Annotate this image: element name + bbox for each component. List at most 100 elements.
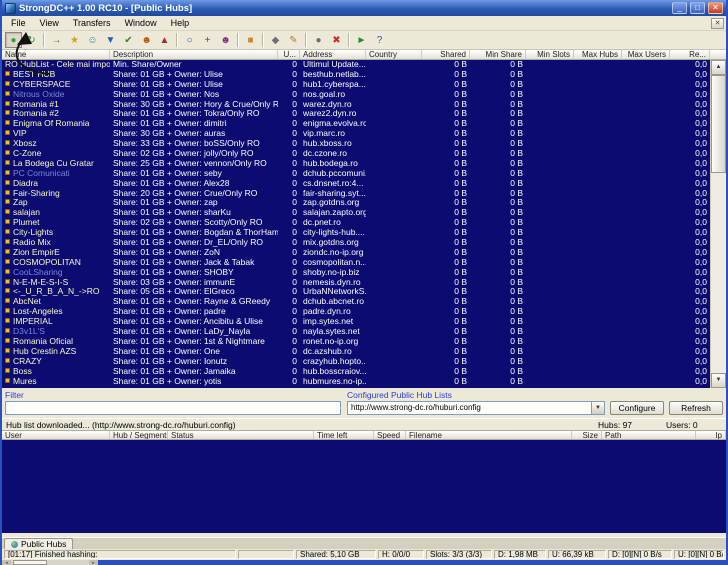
- hub-column-header[interactable]: Name: [2, 50, 110, 59]
- hub-row[interactable]: C-ZoneShare: 02 GB + Owner: jolly/Only R…: [2, 149, 710, 159]
- hub-row[interactable]: COSMOPOLITANShare: 01 GB + Owner: Jack &…: [2, 258, 710, 268]
- transfers-list[interactable]: [2, 440, 726, 533]
- hscroll-left-icon[interactable]: ◄: [2, 560, 11, 565]
- combo-dropdown-icon[interactable]: ▼: [591, 402, 604, 414]
- adl-search-icon[interactable]: +: [199, 32, 216, 48]
- search-icon[interactable]: ○: [181, 32, 198, 48]
- refresh-button[interactable]: Refresh: [669, 401, 723, 415]
- hub-row[interactable]: DiadraShare: 01 GB + Owner: Alex280cs.dn…: [2, 179, 710, 189]
- hub-row[interactable]: N-E-M-E-S-I-SShare: 03 GB + Owner: immun…: [2, 278, 710, 288]
- hub-list[interactable]: RO HubList - Cele mai important...Min. S…: [2, 60, 710, 388]
- hub-row[interactable]: salajanShare: 01 GB + Owner: sharKu0sala…: [2, 208, 710, 218]
- hub-row[interactable]: RO HubList - Cele mai important...Min. S…: [2, 60, 710, 70]
- away-icon[interactable]: ●: [310, 32, 327, 48]
- open-filelist-icon[interactable]: ■: [242, 32, 259, 48]
- follow-redirect-icon[interactable]: →: [48, 32, 65, 48]
- hub-row[interactable]: PlumetShare: 02 GB + Owner: Scotty/Only …: [2, 218, 710, 228]
- hscroll-right-icon[interactable]: ►: [89, 560, 98, 565]
- hscroll-thumb[interactable]: [13, 560, 47, 565]
- hub-row[interactable]: ZapShare: 01 GB + Owner: zap0zap.gotdns.…: [2, 198, 710, 208]
- hub-row[interactable]: D3v1L'SShare: 01 GB + Owner: LaDy_Nayla0…: [2, 327, 710, 337]
- hub-column-header[interactable]: Min Share: [470, 50, 526, 59]
- quick-connect-icon[interactable]: ►: [353, 32, 370, 48]
- hub-row[interactable]: IMPERIALShare: 01 GB + Owner: Ancibitu &…: [2, 317, 710, 327]
- hub-row[interactable]: CooLSharingShare: 01 GB + Owner: SHOBY0s…: [2, 268, 710, 278]
- menu-file[interactable]: File: [4, 17, 33, 29]
- search-spy-icon[interactable]: ☻: [217, 32, 234, 48]
- scroll-up-icon[interactable]: ▲: [711, 60, 726, 75]
- hub-row[interactable]: Lost-AngelesShare: 01 GB + Owner: padre0…: [2, 307, 710, 317]
- transfers-column-header[interactable]: Speed: [374, 431, 406, 439]
- transfers-column-header[interactable]: Size: [572, 431, 602, 439]
- download-queue-icon[interactable]: ▼: [102, 32, 119, 48]
- hub-row[interactable]: City-LightsShare: 01 GB + Owner: Bogdan …: [2, 228, 710, 238]
- scroll-down-icon[interactable]: ▼: [711, 373, 726, 388]
- hub-row[interactable]: Enigma Of RomaniaShare: 01 GB + Owner: d…: [2, 119, 710, 129]
- hub-column-header[interactable]: Shared: [422, 50, 470, 59]
- hub-row[interactable]: Fair-SharingShare: 20 GB + Owner: Crue/O…: [2, 189, 710, 199]
- notepad-icon[interactable]: ✎: [285, 32, 302, 48]
- hub-row[interactable]: Radio MixShare: 01 GB + Owner: Dr_EL/Onl…: [2, 238, 710, 248]
- hub-column-header[interactable]: Country: [366, 50, 422, 59]
- hub-row[interactable]: Romania #1Share: 30 GB + Owner: Hory & C…: [2, 100, 710, 110]
- hub-column-header[interactable]: Max Users: [622, 50, 670, 59]
- finished-uploads-icon[interactable]: ▲: [156, 32, 173, 48]
- hub-row[interactable]: La Bodega Cu GratarShare: 25 GB + Owner:…: [2, 159, 710, 169]
- hub-row[interactable]: BEST HUBShare: 01 GB + Owner: Ulise0best…: [2, 70, 710, 80]
- minimize-button[interactable]: _: [672, 2, 687, 14]
- hub-row[interactable]: CYBERSPACEShare: 01 GB + Owner: Ulise0hu…: [2, 80, 710, 90]
- hub-column-header[interactable]: Max Hubs: [574, 50, 622, 59]
- hub-row[interactable]: Romania OficialShare: 01 GB + Owner: 1st…: [2, 337, 710, 347]
- menu-help[interactable]: Help: [164, 17, 197, 29]
- hub-column-header[interactable]: Min Slots: [526, 50, 574, 59]
- bottom-scrollbar-fragment[interactable]: ◄ ►: [2, 560, 98, 565]
- hub-row[interactable]: XboszShare: 33 GB + Owner: boSS/Only RO0…: [2, 139, 710, 149]
- hub-row[interactable]: VIPShare: 30 GB + Owner: auras0vip.marc.…: [2, 129, 710, 139]
- public-hubs-icon[interactable]: ●: [5, 32, 22, 48]
- reconnect-icon[interactable]: ↻: [23, 32, 40, 48]
- shutdown-icon[interactable]: ✖: [328, 32, 345, 48]
- hub-row[interactable]: PC ComunicatiShare: 01 GB + Owner: seby0…: [2, 169, 710, 179]
- menu-window[interactable]: Window: [118, 17, 164, 29]
- favorite-users-icon[interactable]: ☺: [84, 32, 101, 48]
- transfers-column-header[interactable]: Ip: [696, 431, 726, 439]
- transfers-column-header[interactable]: User: [2, 431, 110, 439]
- settings-icon[interactable]: ◆: [267, 32, 284, 48]
- hub-list-combo[interactable]: http://www.strong-dc.ro/huburi.config ▼: [347, 401, 605, 415]
- hub-row[interactable]: Romania #2Share: 01 GB + Owner: Tokra/On…: [2, 109, 710, 119]
- hub-row[interactable]: <-_U_R_B_A_N_->ROShare: 05 GB + Owner: E…: [2, 287, 710, 297]
- transfers-column-header[interactable]: Path: [602, 431, 696, 439]
- hscroll-track[interactable]: [47, 560, 89, 565]
- close-button[interactable]: ✕: [708, 2, 723, 14]
- help-icon[interactable]: ?: [371, 32, 388, 48]
- hub-row[interactable]: Nitrous OxideShare: 01 GB + Owner: Nos0n…: [2, 90, 710, 100]
- tab-public-hubs[interactable]: Public Hubs: [4, 538, 73, 549]
- hub-name-cell: CooLSharing: [2, 268, 110, 278]
- hub-column-header[interactable]: Description: [110, 50, 278, 59]
- configure-button[interactable]: Configure: [610, 401, 664, 415]
- hub-row[interactable]: AbcNetShare: 01 GB + Owner: Rayne & GRee…: [2, 297, 710, 307]
- hub-row[interactable]: CRAZYShare: 01 GB + Owner: Ionutz0crazyh…: [2, 357, 710, 367]
- menu-view[interactable]: View: [33, 17, 66, 29]
- filter-input[interactable]: [5, 401, 341, 415]
- hub-row[interactable]: Hub Crestin AZSShare: 01 GB + Owner: One…: [2, 347, 710, 357]
- hub-bullet-icon: [5, 378, 10, 383]
- transfers-column-header[interactable]: Filename: [406, 431, 572, 439]
- finished-downloads-icon[interactable]: ✔: [120, 32, 137, 48]
- restore-button[interactable]: □: [690, 2, 705, 14]
- hub-row[interactable]: MuresShare: 01 GB + Owner: yotis0hubmure…: [2, 377, 710, 387]
- hub-row[interactable]: BossShare: 01 GB + Owner: Jamaika0hub.bo…: [2, 367, 710, 377]
- transfers-column-header[interactable]: Status: [168, 431, 314, 439]
- hub-row[interactable]: Zion EmpirEShare: 01 GB + Owner: ZoN0zio…: [2, 248, 710, 258]
- menu-transfers[interactable]: Transfers: [66, 17, 118, 29]
- transfers-column-header[interactable]: Hub / Segments: [110, 431, 168, 439]
- hub-column-header[interactable]: Re...: [670, 50, 710, 59]
- waiting-users-icon[interactable]: ☻: [138, 32, 155, 48]
- mdi-close-icon[interactable]: ✕: [711, 18, 724, 29]
- vertical-scrollbar[interactable]: ▲ ▼: [710, 60, 726, 388]
- favorite-hubs-icon[interactable]: ★: [66, 32, 83, 48]
- transfers-column-header[interactable]: Time left: [314, 431, 374, 439]
- hub-column-header[interactable]: Address: [300, 50, 366, 59]
- hub-column-header[interactable]: U...: [278, 50, 300, 59]
- scrollbar-thumb[interactable]: [711, 75, 726, 173]
